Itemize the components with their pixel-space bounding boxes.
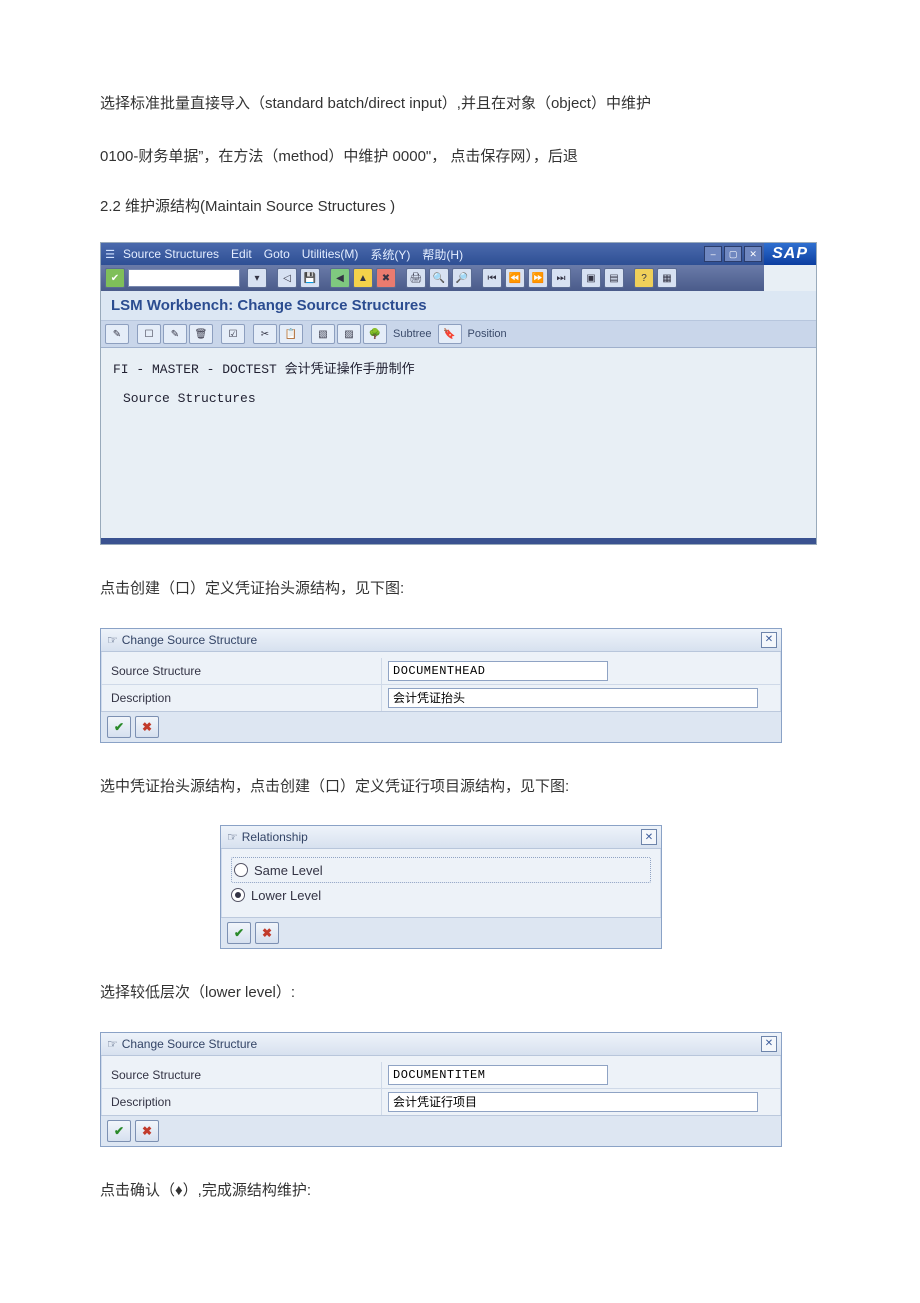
shortcut-icon[interactable]: ▤ xyxy=(604,268,624,288)
cancel-button[interactable]: ✖ xyxy=(135,716,159,738)
cancel-button[interactable]: ✖ xyxy=(135,1120,159,1142)
label-lower-level: Lower Level xyxy=(251,888,321,903)
close-icon[interactable]: ✕ xyxy=(761,1036,777,1052)
input-description[interactable] xyxy=(388,688,758,708)
prev-page-icon[interactable]: ⏪ xyxy=(505,268,525,288)
save-icon[interactable]: 💾 xyxy=(300,268,320,288)
close-icon[interactable]: ✕ xyxy=(641,829,657,845)
dialog-title: Change Source Structure xyxy=(122,1037,257,1051)
position-button[interactable]: Position xyxy=(464,328,511,340)
check-icon[interactable]: ☑ xyxy=(221,324,245,344)
dialog-icon: ☞ xyxy=(227,830,238,844)
source-structures-label: Source Structures xyxy=(113,391,804,406)
paragraph: 选择标准批量直接导入（standard batch/direct input）,… xyxy=(100,90,820,119)
delete-icon[interactable]: 🗑 xyxy=(189,324,213,344)
create-icon[interactable]: ☐ xyxy=(137,324,161,344)
find-icon[interactable]: 🔍 xyxy=(429,268,449,288)
radio-same-level-row[interactable]: Same Level xyxy=(231,857,651,883)
command-field[interactable] xyxy=(128,269,240,287)
menu-system[interactable]: 系统(Y) xyxy=(370,246,410,263)
confirm-button[interactable]: ✔ xyxy=(107,716,131,738)
collapse-icon[interactable]: ▨ xyxy=(337,324,361,344)
object-path-text: FI - MASTER - DOCTEST 会计凭证操作手册制作 xyxy=(113,358,804,377)
cancel-icon[interactable]: ✖ xyxy=(376,268,396,288)
dialog-icon: ☞ xyxy=(107,1037,118,1051)
close-button[interactable]: ✕ xyxy=(744,246,762,262)
paragraph: 点击创建（口）定义凭证抬头源结构，见下图: xyxy=(100,575,820,604)
cancel-button[interactable]: ✖ xyxy=(255,922,279,944)
new-session-icon[interactable]: ▣ xyxy=(581,268,601,288)
sap-window: ☰ Source Structures Edit Goto Utilities(… xyxy=(100,242,817,545)
layout-icon[interactable]: ▦ xyxy=(657,268,677,288)
screen-title: LSM Workbench: Change Source Structures xyxy=(101,291,816,321)
section-heading: 2.2 维护源结构(Maintain Source Structures ) xyxy=(100,195,820,216)
input-description[interactable] xyxy=(388,1092,758,1112)
radio-lower-level-row[interactable]: Lower Level xyxy=(231,883,651,907)
last-page-icon[interactable]: ⏭ xyxy=(551,268,571,288)
first-page-icon[interactable]: ⏮ xyxy=(482,268,502,288)
exit-icon[interactable]: ▲ xyxy=(353,268,373,288)
find-next-icon[interactable]: 🔎 xyxy=(452,268,472,288)
window-icon: ☰ xyxy=(101,243,119,265)
application-toolbar: ✎ ☐ ✎ 🗑 ☑ ✂ 📋 ▧ ▨ 🌳 Subtree 🔖 Position xyxy=(101,321,816,348)
change-icon[interactable]: ✎ xyxy=(163,324,187,344)
copy-icon[interactable]: 📋 xyxy=(279,324,303,344)
dialog-change-source-structure-item: ☞ Change Source Structure ✕ Source Struc… xyxy=(100,1032,782,1147)
subtree-button[interactable]: Subtree xyxy=(389,328,436,340)
radio-same-level[interactable] xyxy=(234,863,248,877)
menu-goto[interactable]: Goto xyxy=(264,247,290,261)
input-source-structure[interactable] xyxy=(388,1065,608,1085)
paragraph: 0100-财务单据”，在方法（method）中维护 0000"， 点击保存网），… xyxy=(100,143,820,172)
paragraph: 选择较低层次（lower level）: xyxy=(100,979,820,1008)
expand-icon[interactable]: ▧ xyxy=(311,324,335,344)
dialog-relationship: ☞ Relationship ✕ Same Level Lower Level … xyxy=(220,825,662,949)
label-description: Description xyxy=(101,685,382,711)
sap-logo: SAP xyxy=(764,243,816,265)
next-page-icon[interactable]: ⏩ xyxy=(528,268,548,288)
minimize-button[interactable]: – xyxy=(704,246,722,262)
confirm-button[interactable]: ✔ xyxy=(107,1120,131,1142)
display-change-icon[interactable]: ✎ xyxy=(105,324,129,344)
cut-icon[interactable]: ✂ xyxy=(253,324,277,344)
paragraph: 点击确认（♦）,完成源结构维护: xyxy=(100,1177,820,1206)
sap-body: FI - MASTER - DOCTEST 会计凭证操作手册制作 Source … xyxy=(101,348,816,544)
sap-titlebar: ☰ Source Structures Edit Goto Utilities(… xyxy=(101,243,764,265)
label-description: Description xyxy=(101,1089,382,1115)
back-icon[interactable]: ◁ xyxy=(277,268,297,288)
dropdown-icon[interactable]: ▾ xyxy=(247,268,267,288)
label-source-structure: Source Structure xyxy=(101,658,382,684)
menu-edit[interactable]: Edit xyxy=(231,247,252,261)
close-icon[interactable]: ✕ xyxy=(761,632,777,648)
restore-button[interactable]: ▢ xyxy=(724,246,742,262)
tree-icon[interactable]: 🌳 xyxy=(363,324,387,344)
paragraph: 选中凭证抬头源结构，点击创建（口）定义凭证行项目源结构，见下图: xyxy=(100,773,820,802)
dialog-title: Change Source Structure xyxy=(122,633,257,647)
print-icon[interactable]: 🖨 xyxy=(406,268,426,288)
label-source-structure: Source Structure xyxy=(101,1062,382,1088)
help-icon[interactable]: ? xyxy=(634,268,654,288)
dialog-icon: ☞ xyxy=(107,633,118,647)
menu-source-structures[interactable]: Source Structures xyxy=(123,247,219,261)
enter-icon[interactable]: ✔ xyxy=(105,268,125,288)
back-green-icon[interactable]: ◀ xyxy=(330,268,350,288)
menu-help[interactable]: 帮助(H) xyxy=(422,246,463,263)
menu-utilities[interactable]: Utilities(M) xyxy=(302,247,359,261)
label-same-level: Same Level xyxy=(254,863,323,878)
dialog-title: Relationship xyxy=(242,830,308,844)
input-source-structure[interactable] xyxy=(388,661,608,681)
radio-lower-level[interactable] xyxy=(231,888,245,902)
confirm-button[interactable]: ✔ xyxy=(227,922,251,944)
standard-toolbar: ✔ ▾ ◁ 💾 ◀ ▲ ✖ 🖨 🔍 🔎 ⏮ ⏪ ⏩ ⏭ ▣ xyxy=(101,265,764,291)
position-icon[interactable]: 🔖 xyxy=(438,324,462,344)
dialog-change-source-structure-head: ☞ Change Source Structure ✕ Source Struc… xyxy=(100,628,782,743)
